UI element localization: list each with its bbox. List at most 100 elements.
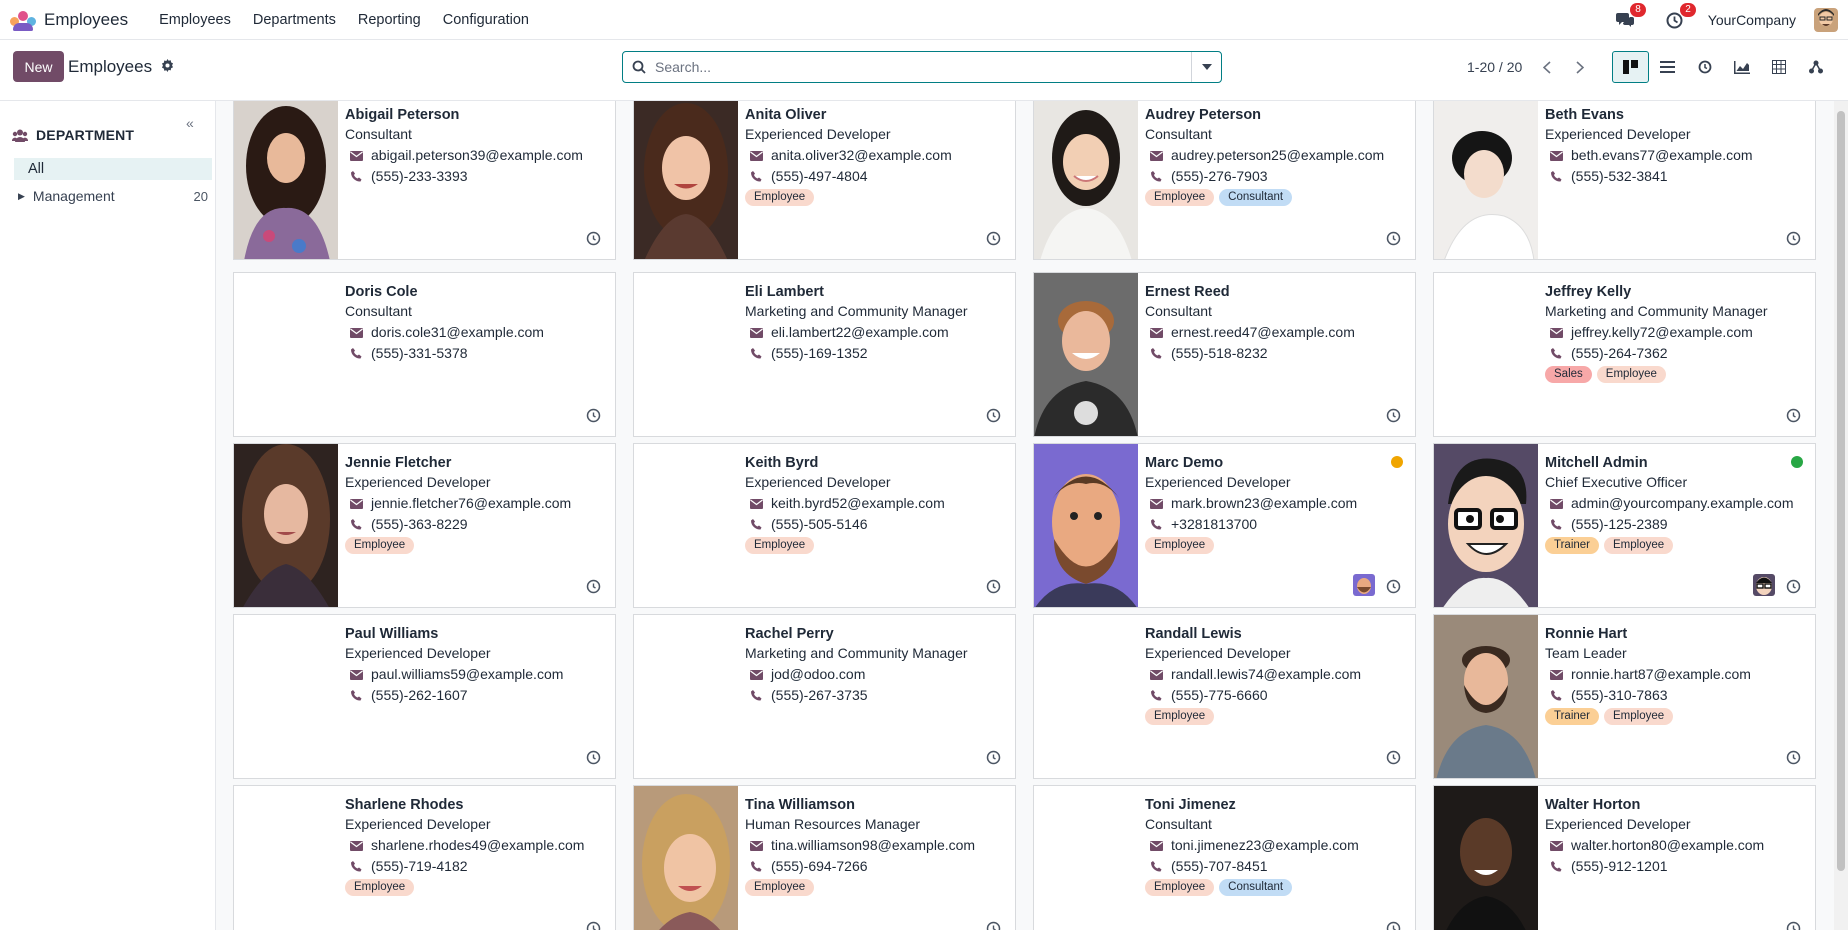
employee-card[interactable]: Audrey Peterson Consultant audrey.peters…	[1033, 101, 1416, 260]
activity-clock-icon[interactable]	[1786, 750, 1801, 765]
employee-photo[interactable]	[1434, 786, 1538, 930]
kanban-view-button[interactable]	[1612, 51, 1649, 83]
activity-clock-icon[interactable]	[1386, 750, 1401, 765]
search-options-toggle[interactable]	[1191, 52, 1221, 82]
envelope-icon	[745, 327, 767, 338]
employee-card[interactable]: Sharlene Rhodes Experienced Developer sh…	[233, 785, 616, 930]
activity-clock-icon[interactable]	[1786, 231, 1801, 246]
activity-clock-icon[interactable]	[1786, 921, 1801, 930]
messages-button[interactable]: 8	[1614, 3, 1646, 31]
user-avatar[interactable]	[1814, 8, 1838, 32]
employee-card[interactable]: Jeffrey Kelly Marketing and Community Ma…	[1433, 272, 1816, 437]
activity-clock-icon[interactable]	[986, 231, 1001, 246]
list-view-button[interactable]	[1649, 51, 1686, 83]
activity-clock-icon[interactable]	[986, 579, 1001, 594]
employee-card[interactable]: Marc Demo Experienced Developer mark.bro…	[1033, 443, 1416, 608]
employee-photo[interactable]	[1434, 444, 1538, 607]
employee-email-row: tina.williamson98@example.com	[745, 835, 1007, 856]
activity-clock-icon[interactable]	[586, 408, 601, 423]
employee-card[interactable]: Mitchell Admin Chief Executive Officer a…	[1433, 443, 1816, 608]
employee-photo[interactable]	[234, 444, 338, 607]
search-input[interactable]	[655, 59, 1191, 75]
phone-icon	[1145, 519, 1167, 530]
employee-photo[interactable]	[1034, 273, 1138, 436]
employee-phone-row: (555)-912-1201	[1545, 856, 1807, 877]
employee-photo[interactable]	[1034, 101, 1138, 259]
employee-email: anita.oliver32@example.com	[771, 147, 952, 163]
activity-view-button[interactable]	[1686, 51, 1723, 83]
employee-card[interactable]: Tina Williamson Human Resources Manager …	[633, 785, 1016, 930]
sidebar-item-management[interactable]: ▶ Management 20	[18, 188, 208, 204]
employee-card[interactable]: Jennie Fletcher Experienced Developer je…	[233, 443, 616, 608]
hierarchy-view-button[interactable]	[1797, 51, 1834, 83]
activity-clock-icon[interactable]	[586, 750, 601, 765]
app-name[interactable]: Employees	[44, 10, 128, 30]
activities-button[interactable]: 2	[1664, 3, 1696, 31]
menu-configuration[interactable]: Configuration	[443, 12, 529, 28]
graph-view-button[interactable]	[1723, 51, 1760, 83]
employee-phone: (555)-707-8451	[1171, 858, 1268, 874]
activity-clock-icon[interactable]	[986, 408, 1001, 423]
sidebar-item-label: Management	[32, 188, 115, 204]
employee-card[interactable]: Beth Evans Experienced Developer beth.ev…	[1433, 101, 1816, 260]
employee-photo[interactable]	[634, 786, 738, 930]
employee-card[interactable]: Doris Cole Consultant doris.cole31@examp…	[233, 272, 616, 437]
activity-clock-icon[interactable]	[1386, 921, 1401, 930]
activity-clock-icon[interactable]	[1386, 579, 1401, 594]
sidebar-item-all[interactable]: All	[14, 158, 212, 180]
employee-phone-row: (555)-775-6660	[1145, 685, 1407, 706]
employee-photo[interactable]	[1434, 101, 1538, 259]
view-switcher	[1612, 51, 1834, 83]
employee-card[interactable]: Paul Williams Experienced Developer paul…	[233, 614, 616, 779]
pivot-view-button[interactable]	[1760, 51, 1797, 83]
phone-icon	[1145, 690, 1167, 701]
menu-reporting[interactable]: Reporting	[358, 12, 421, 28]
employee-card[interactable]: Ronnie Hart Team Leader ronnie.hart87@ex…	[1433, 614, 1816, 779]
employee-card[interactable]: Toni Jimenez Consultant toni.jimenez23@e…	[1033, 785, 1416, 930]
gear-icon[interactable]	[161, 59, 174, 75]
employee-card[interactable]: Ernest Reed Consultant ernest.reed47@exa…	[1033, 272, 1416, 437]
pager-previous-button[interactable]	[1532, 52, 1562, 82]
employee-name: Sharlene Rhodes	[345, 797, 464, 813]
employee-info: Randall Lewis Experienced Developer rand…	[1145, 625, 1407, 725]
employee-photo[interactable]	[234, 101, 338, 259]
related-user-avatar[interactable]	[1753, 574, 1775, 596]
scrollbar[interactable]	[1834, 101, 1848, 930]
caret-right-icon[interactable]: ▶	[18, 191, 25, 202]
activity-clock-icon[interactable]	[1386, 231, 1401, 246]
employee-photo[interactable]	[1034, 444, 1138, 607]
scrollbar-thumb[interactable]	[1837, 111, 1845, 871]
activity-clock-icon[interactable]	[1386, 408, 1401, 423]
related-user-avatar[interactable]	[1353, 574, 1375, 596]
employee-photo[interactable]	[634, 101, 738, 259]
pager-value[interactable]: 1-20 / 20	[1467, 59, 1522, 75]
app-logo-icon[interactable]	[10, 10, 36, 31]
collapse-sidebar-icon[interactable]: «	[186, 115, 194, 131]
employee-photo[interactable]	[1434, 615, 1538, 778]
activity-clock-icon[interactable]	[986, 921, 1001, 930]
activity-clock-icon[interactable]	[586, 579, 601, 594]
employee-card[interactable]: Walter Horton Experienced Developer walt…	[1433, 785, 1816, 930]
activity-clock-icon[interactable]	[586, 231, 601, 246]
employee-card[interactable]: Eli Lambert Marketing and Community Mana…	[633, 272, 1016, 437]
employee-card[interactable]: Keith Byrd Experienced Developer keith.b…	[633, 443, 1016, 608]
employee-card[interactable]: Anita Oliver Experienced Developer anita…	[633, 101, 1016, 260]
employee-card[interactable]: Rachel Perry Marketing and Community Man…	[633, 614, 1016, 779]
menu-employees[interactable]: Employees	[159, 12, 231, 28]
employee-card[interactable]: Abigail Peterson Consultant abigail.pete…	[233, 101, 616, 260]
menu-departments[interactable]: Departments	[253, 12, 336, 28]
activity-clock-icon[interactable]	[1786, 408, 1801, 423]
company-switcher[interactable]: YourCompany	[1708, 12, 1796, 28]
pager-next-button[interactable]	[1565, 52, 1595, 82]
employee-info: Doris Cole Consultant doris.cole31@examp…	[345, 283, 607, 364]
new-button[interactable]: New	[13, 51, 64, 82]
employee-phone: (555)-497-4804	[771, 168, 868, 184]
hierarchy-view-icon	[1808, 60, 1823, 74]
activity-clock-icon[interactable]	[1786, 579, 1801, 594]
activity-clock-icon[interactable]	[986, 750, 1001, 765]
employee-phone: (555)-694-7266	[771, 858, 868, 874]
envelope-icon	[745, 150, 767, 161]
activity-clock-icon[interactable]	[586, 921, 601, 930]
employee-card[interactable]: Randall Lewis Experienced Developer rand…	[1033, 614, 1416, 779]
tag-badge: Employee	[345, 537, 415, 554]
